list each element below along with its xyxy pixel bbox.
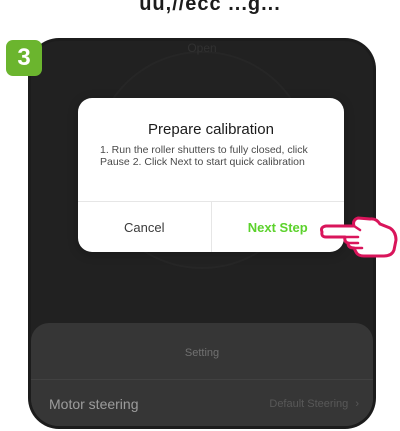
prepare-calibration-dialog: Prepare calibration 1. Run the roller sh… — [78, 98, 344, 252]
step-number: 3 — [17, 44, 31, 71]
cancel-button[interactable]: Cancel — [78, 202, 212, 252]
cropped-header-text: uu,//ecc ...g... — [139, 0, 281, 14]
step-number-badge: 3 — [6, 40, 42, 76]
pointing-hand-icon — [320, 216, 398, 258]
dialog-actions: Cancel Next Step — [78, 201, 344, 252]
dialog-title: Prepare calibration — [148, 121, 274, 138]
dialog-message: 1. Run the roller shutters to fully clos… — [100, 144, 308, 168]
